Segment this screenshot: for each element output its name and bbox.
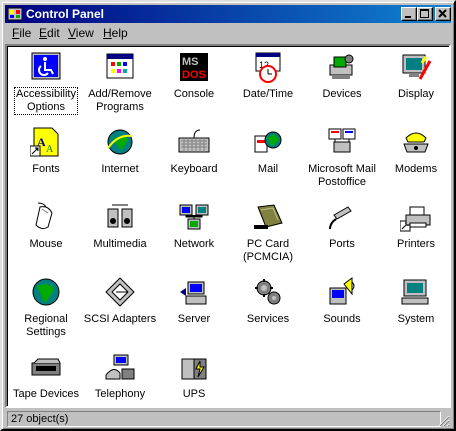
services-icon — [255, 279, 281, 305]
display-icon — [402, 54, 432, 80]
server-icon — [180, 281, 207, 305]
scsi-icon — [105, 277, 135, 307]
minimize-icon — [405, 16, 411, 18]
item-label: Fonts — [32, 163, 60, 175]
tape-device-icon — [31, 358, 61, 376]
object-count: 27 object(s) — [11, 413, 69, 425]
menu-label-rest: ile — [19, 26, 32, 40]
item-label: Services — [246, 313, 290, 325]
menu-label-rest: elp — [111, 26, 128, 40]
menu-mnemonic: V — [68, 26, 76, 40]
window-title: Control Panel — [26, 7, 105, 21]
item-label: Tape Devices — [12, 388, 80, 400]
status-bar: 27 object(s) — [5, 410, 451, 428]
menu-bar: File Edit View Help — [5, 24, 451, 43]
multimedia-icon — [107, 204, 133, 228]
telephony-icon — [105, 354, 135, 380]
item-label: Multimedia — [93, 238, 147, 250]
item-label: Mail — [257, 163, 279, 175]
item-label: System — [397, 313, 435, 325]
date-time-icon: 12 — [255, 52, 281, 83]
close-icon — [438, 9, 447, 18]
item-label: Accessibility Options — [14, 87, 78, 115]
item-label: SCSI Adapters — [83, 313, 157, 325]
mouse-icon — [35, 202, 53, 230]
menu-mnemonic: H — [103, 26, 112, 40]
maximize-icon — [420, 9, 429, 18]
title-bar[interactable]: Control Panel — [5, 5, 451, 23]
icon-view[interactable]: Accessibility Options Add/Remove Programs MS… — [5, 44, 451, 408]
mail-icon — [254, 131, 282, 153]
network-icon — [179, 204, 209, 230]
menu-help[interactable]: Help — [103, 27, 128, 40]
item-label: Display — [397, 88, 435, 100]
svg-text:A: A — [46, 144, 54, 155]
item-label: Network — [173, 238, 215, 250]
maximize-button[interactable] — [417, 7, 433, 21]
keyboard-icon — [178, 129, 210, 153]
internet-icon — [107, 129, 133, 155]
menu-file[interactable]: File — [12, 27, 31, 40]
ups-icon — [181, 358, 207, 380]
pc-card-icon — [254, 204, 283, 229]
svg-text:MS: MS — [182, 56, 199, 68]
item-label: PC Card (PCMCIA) — [242, 238, 294, 263]
system-icon — [401, 279, 429, 305]
item-label: Ports — [329, 238, 355, 250]
resize-grip-icon[interactable] — [438, 415, 450, 427]
svg-text:DOS: DOS — [182, 69, 206, 81]
item-label: Date/Time — [242, 88, 294, 100]
item-label: Keyboard — [170, 163, 218, 175]
console-icon: MSDOS — [180, 53, 208, 81]
item-label: Devices — [322, 88, 362, 100]
globe-icon — [32, 278, 60, 306]
item-label: Internet — [101, 163, 139, 175]
menu-label-rest: iew — [75, 26, 94, 40]
close-button[interactable] — [435, 7, 451, 21]
menu-label-rest: dit — [47, 26, 60, 40]
fonts-icon: AA — [30, 127, 59, 157]
menu-mnemonic: E — [39, 26, 48, 40]
control-panel-icon — [8, 7, 22, 21]
add-remove-programs-icon — [106, 53, 134, 79]
ports-icon — [329, 206, 352, 230]
status-panel: 27 object(s) — [7, 411, 441, 427]
item-label: Printers — [397, 238, 435, 250]
item-label: UPS — [182, 388, 206, 400]
item-label: Mouse — [29, 238, 63, 250]
item-label: Microsoft Mail Postoffice — [308, 163, 376, 188]
printer-icon — [400, 206, 431, 232]
item-label: Sounds — [323, 313, 361, 325]
mail-postoffice-icon — [328, 128, 356, 153]
item-label: Console — [173, 88, 215, 100]
minimize-button[interactable] — [401, 7, 417, 21]
item-label: Regional Settings — [24, 313, 68, 338]
item-label: Add/Remove Programs — [88, 88, 152, 113]
modem-icon — [403, 132, 429, 153]
sounds-icon — [329, 277, 355, 305]
item-label: Telephony — [94, 388, 146, 400]
control-panel-window: Control Panel File Edit View Help Accessibi… — [0, 0, 456, 431]
menu-view[interactable]: View — [68, 27, 94, 40]
item-label: Server — [177, 313, 211, 325]
accessibility-icon — [31, 52, 61, 80]
item-label: Modems — [394, 163, 438, 175]
devices-icon — [329, 54, 354, 79]
menu-edit[interactable]: Edit — [39, 27, 60, 40]
